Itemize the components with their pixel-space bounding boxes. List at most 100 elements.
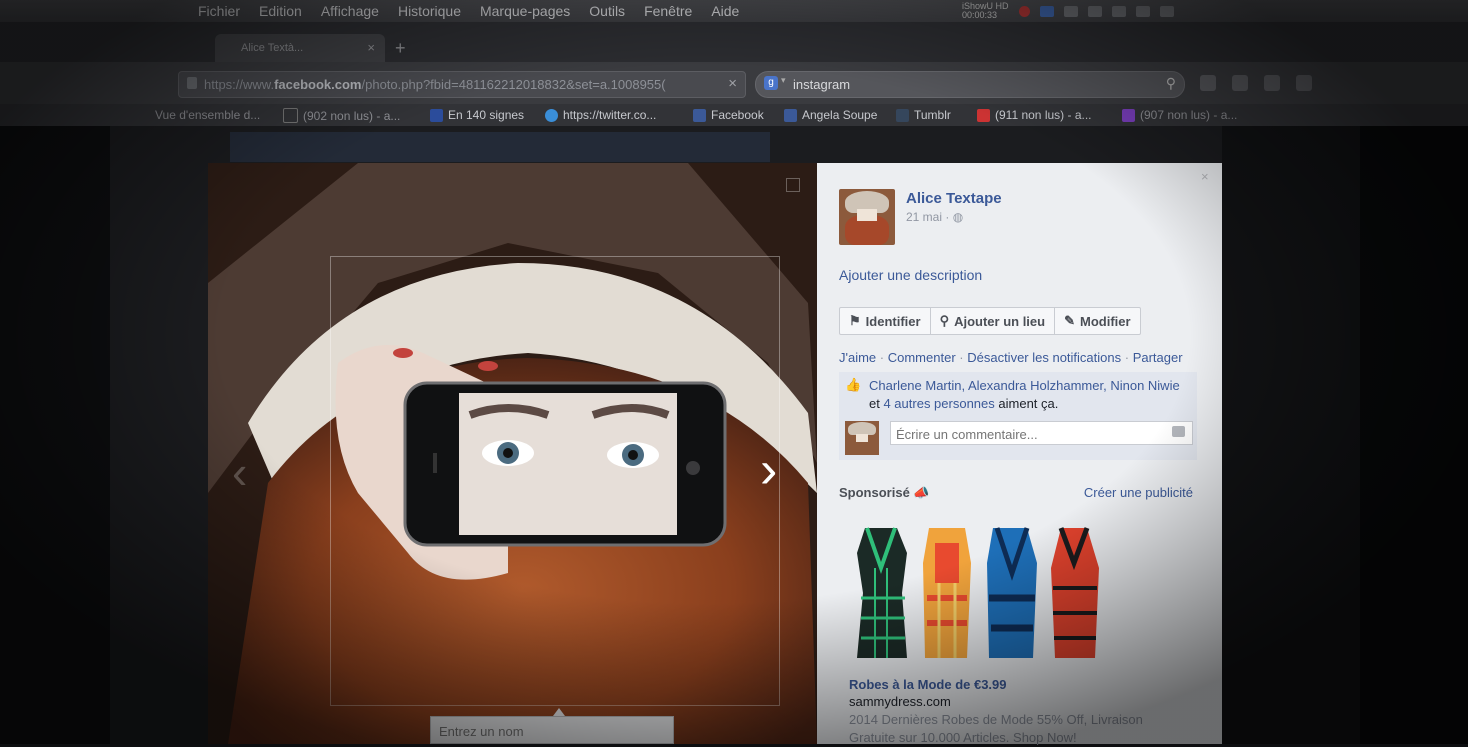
bookmark-label: Tumblr: [914, 108, 951, 122]
previous-photo-arrow[interactable]: ‹: [232, 445, 247, 499]
add-location-label: Ajouter un lieu: [954, 313, 1046, 329]
search-engine-dropdown-icon[interactable]: ▾: [781, 75, 786, 86]
facebook-icon: [693, 108, 706, 122]
add-location-button[interactable]: ⚲ Ajouter un lieu: [931, 308, 1056, 334]
wifi-icon[interactable]: [1111, 5, 1126, 17]
menu-edition[interactable]: Edition: [259, 0, 302, 22]
ad-domain[interactable]: sammydress.com: [849, 694, 951, 709]
liker-names[interactable]: Charlene Martin, Alexandra Holzhammer, N…: [869, 378, 1180, 393]
home-icon[interactable]: [1232, 75, 1248, 91]
bookmark-label: Angela Soupe: [802, 108, 878, 122]
tag-name-input[interactable]: [437, 718, 671, 744]
volume-icon[interactable]: [1135, 5, 1150, 17]
bookmark-label: (907 non lus) - a...: [1140, 108, 1238, 122]
tab-title: Alice Textà...: [241, 42, 304, 54]
tag-name-field[interactable]: [430, 716, 674, 744]
menu-fichier[interactable]: Fichier: [198, 0, 240, 22]
right-column-dimmed: [1222, 126, 1468, 744]
bookmark-item[interactable]: Vue d'ensemble d...: [155, 108, 260, 122]
bookmark-item[interactable]: (907 non lus) - a...: [1122, 108, 1237, 122]
comment-input[interactable]: [894, 423, 1158, 445]
other-likers-link[interactable]: 4 autres personnes: [883, 396, 994, 411]
bookmark-item[interactable]: En 140 signes: [430, 108, 524, 122]
add-description-link[interactable]: Ajouter une description: [839, 267, 982, 283]
megaphone-icon: 📣: [913, 485, 930, 500]
yahoo-icon: [1122, 108, 1135, 122]
search-query[interactable]: instagram: [793, 77, 850, 92]
address-clear-icon[interactable]: ×: [728, 75, 737, 92]
tag-selection-box[interactable]: [330, 256, 780, 706]
next-photo-arrow[interactable]: ›: [760, 440, 777, 500]
record-icon[interactable]: [1018, 5, 1030, 17]
like-link[interactable]: J'aime: [839, 350, 876, 365]
menu-outils[interactable]: Outils: [589, 0, 625, 22]
ad-image[interactable]: [847, 523, 1107, 663]
bookmark-item[interactable]: https://twitter.co...: [545, 108, 656, 122]
twitter-bird-icon: [545, 108, 558, 122]
author-name[interactable]: Alice Textape: [906, 190, 1002, 207]
tab-close-icon[interactable]: ×: [367, 40, 375, 55]
post-date-text: 21 mai ·: [906, 210, 953, 224]
menu-fenetre[interactable]: Fenêtre: [644, 0, 692, 22]
bookmark-label: (911 non lus) - a...: [995, 108, 1092, 122]
sync-icon[interactable]: [1063, 5, 1078, 17]
fullscreen-icon[interactable]: [786, 178, 800, 192]
battery-icon[interactable]: [1159, 5, 1174, 17]
share-link[interactable]: Partager: [1133, 350, 1183, 365]
search-bar[interactable]: g ▾ instagram ⚲: [755, 71, 1185, 98]
post-links: J'aime · Commenter · Désactiver les noti…: [839, 350, 1183, 365]
ad-title[interactable]: Robes à la Mode de €3.99: [849, 677, 1007, 692]
disable-notifications-link[interactable]: Désactiver les notifications: [967, 350, 1121, 365]
tag-button[interactable]: ⚑ Identifier: [840, 308, 931, 334]
speech-bubble-icon: [430, 108, 443, 122]
bookmark-item[interactable]: Angela Soupe: [784, 108, 877, 122]
toolbar-icons: [1200, 75, 1312, 91]
audience-globe-icon[interactable]: ◍: [953, 210, 963, 224]
bluetooth-icon[interactable]: [1087, 5, 1102, 17]
pencil-icon: ✎: [1064, 313, 1075, 328]
bookmark-item[interactable]: (911 non lus) - a...: [977, 108, 1092, 122]
search-icon[interactable]: ⚲: [1166, 75, 1176, 92]
commenter-avatar: [845, 421, 879, 455]
menu-affichage[interactable]: Affichage: [321, 0, 379, 22]
edit-button[interactable]: ✎ Modifier: [1055, 308, 1139, 334]
comment-field[interactable]: [890, 421, 1193, 445]
search-engine-icon[interactable]: g: [764, 76, 778, 90]
tag-button-label: Identifier: [865, 313, 921, 329]
bookmark-star-icon[interactable]: [1264, 75, 1280, 91]
browser-tab[interactable]: Alice Textà... ×: [215, 34, 385, 62]
download-icon[interactable]: [1200, 75, 1216, 91]
bookmark-item[interactable]: Tumblr: [896, 108, 951, 122]
bookmark-label: Facebook: [711, 108, 764, 122]
avatar-face: [856, 434, 868, 442]
menu-icon[interactable]: [1296, 75, 1312, 91]
url-domain: facebook.com: [274, 77, 362, 92]
url-prefix: https://www.: [204, 77, 275, 92]
avatar-face: [857, 209, 877, 221]
bookmark-item[interactable]: Facebook: [693, 108, 764, 122]
bookmark-label: (902 non lus) - a...: [303, 108, 401, 123]
bookmark-item[interactable]: (902 non lus) - a...: [283, 108, 400, 123]
address-text[interactable]: https://www.facebook.com/photo.php?fbid=…: [204, 77, 704, 92]
mail-icon: [977, 108, 990, 122]
likes-suffix: aiment ça.: [998, 396, 1059, 411]
bookmark-label: Vue d'ensemble d...: [155, 108, 261, 122]
menu-aide[interactable]: Aide: [711, 0, 739, 22]
close-icon[interactable]: ×: [1201, 169, 1209, 184]
create-ad-link[interactable]: Créer une publicité: [1084, 485, 1193, 500]
likes-text: Charlene Martin, Alexandra Holzhammer, N…: [869, 377, 1194, 413]
camera-icon[interactable]: [1172, 426, 1185, 437]
address-bar[interactable]: https://www.facebook.com/photo.php?fbid=…: [178, 71, 746, 98]
author-avatar[interactable]: [839, 189, 895, 245]
ad-description: 2014 Dernières Robes de Mode 55% Off, Li…: [849, 712, 1143, 745]
app-menus: Fichier Edition Affichage Historique Mar…: [198, 0, 758, 22]
likes-conjunction: et: [869, 396, 880, 411]
tumblr-icon: [896, 108, 909, 122]
comment-link[interactable]: Commenter: [888, 350, 956, 365]
app-status-icon[interactable]: [1039, 5, 1054, 17]
new-tab-button[interactable]: +: [395, 38, 406, 59]
photo-details-panel: × Alice Textape 21 mai · ◍ Ajouter une d…: [817, 163, 1222, 745]
menu-historique[interactable]: Historique: [398, 0, 461, 22]
menu-marque-pages[interactable]: Marque-pages: [480, 0, 570, 22]
likes-summary: 👍 Charlene Martin, Alexandra Holzhammer,…: [839, 372, 1197, 416]
